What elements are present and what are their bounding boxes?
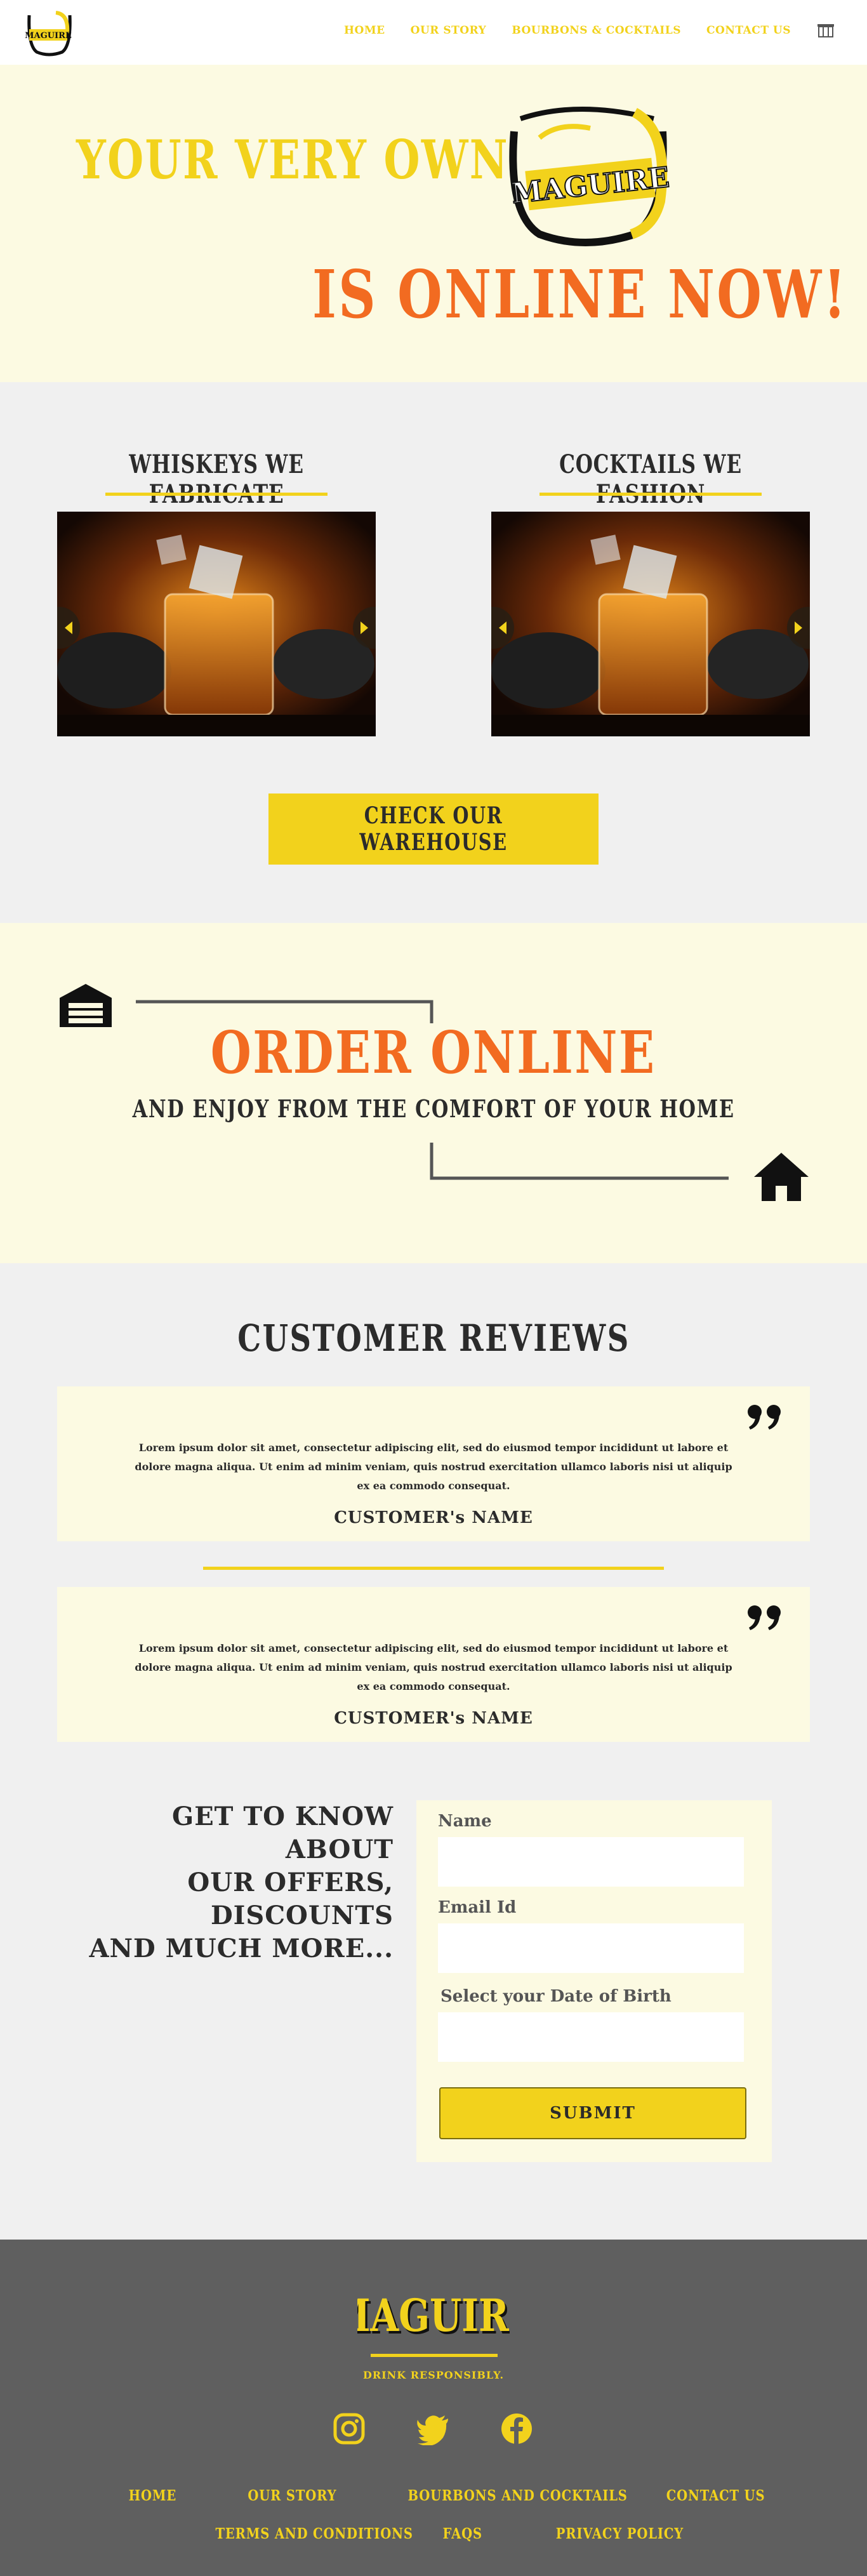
title-underline	[105, 493, 328, 496]
nav-bourbons-cocktails[interactable]: BOURBONS & COCKTAILS	[512, 24, 681, 37]
review-card: Lorem ipsum dolor sit amet, consectetur …	[57, 1386, 810, 1541]
review-text: Lorem ipsum dolor sit amet, consectetur …	[135, 1442, 732, 1492]
footer-tagline: DRINK RESPONSIBLY.	[362, 2369, 505, 2381]
newsletter-line1: GET TO KNOW ABOUT	[172, 1802, 394, 1864]
newsletter-line3: AND MUCH MORE...	[89, 1934, 394, 1963]
dob-label: Select your Date of Birth	[440, 1987, 672, 2006]
review-text: Lorem ipsum dolor sit amet, consectetur …	[135, 1642, 732, 1692]
footer-link-bourbons[interactable]: BOURBONS AND COCKTAILS	[408, 2487, 628, 2504]
svg-text:MAGUIRE: MAGUIRE	[25, 31, 72, 41]
newsletter-line2: OUR OFFERS, DISCOUNTS	[187, 1868, 394, 1930]
site-header: MAGUIRE HOME OUR STORY BOURBONS & COCKTA…	[0, 0, 867, 65]
store-icon[interactable]	[816, 22, 835, 41]
chevron-left-icon	[499, 621, 506, 634]
title-underline	[539, 493, 762, 496]
review-divider	[203, 1567, 664, 1570]
order-online-section: ORDER ONLINE AND ENJOY FROM THE COMFORT …	[0, 923, 867, 1263]
main-nav: HOME OUR STORY BOURBONS & COCKTAILS CONT…	[344, 24, 791, 37]
chevron-right-icon	[361, 621, 368, 634]
footer-link-terms[interactable]: TERMS AND CONDITIONS	[215, 2525, 413, 2542]
footer-link-privacy[interactable]: PRIVACY POLICY	[556, 2525, 684, 2542]
review-author: CUSTOMER's NAME	[334, 1709, 533, 1728]
chevron-left-icon	[65, 621, 72, 634]
svg-text:MAGUIRE: MAGUIRE	[357, 2290, 510, 2342]
footer-link-home[interactable]: HOME	[129, 2487, 176, 2504]
cocktails-slider[interactable]	[491, 512, 810, 736]
maguire-logo[interactable]: MAGUIRE	[23, 8, 75, 57]
maguire-wordmark: MAGUIRE MAGUIRE	[330, 2290, 539, 2344]
review-card: Lorem ipsum dolor sit amet, consectetur …	[57, 1587, 810, 1742]
whiskeys-slider[interactable]	[57, 512, 376, 736]
site-footer: MAGUIRE MAGUIRE DRINK RESPONSIBLY. HOME …	[0, 2240, 867, 2576]
twitter-icon[interactable]	[416, 2412, 449, 2445]
email-label: Email Id	[438, 1898, 517, 1917]
name-label: Name	[438, 1812, 492, 1831]
chevron-right-icon	[795, 621, 802, 634]
quote-icon	[748, 1605, 781, 1630]
cocktail-glass-image	[491, 512, 810, 736]
nav-home[interactable]: HOME	[344, 24, 385, 37]
dob-input[interactable]	[438, 2012, 744, 2062]
review-author: CUSTOMER's NAME	[334, 1508, 533, 1527]
cocktails-title: COCKTAILS WE FASHION	[559, 449, 742, 509]
order-title: ORDER ONLINE	[211, 1018, 656, 1087]
submit-button[interactable]: SUBMIT	[439, 2087, 746, 2139]
check-warehouse-button[interactable]: CHECK OUR WAREHOUSE	[268, 793, 599, 865]
instagram-icon[interactable]	[333, 2412, 366, 2445]
footer-link-contact[interactable]: CONTACT US	[666, 2487, 765, 2504]
hero-section: YOUR VERY OWN MAGUIRE IS ONLINE NOW!	[0, 65, 867, 382]
facebook-icon[interactable]	[500, 2412, 533, 2445]
order-subtitle: AND ENJOY FROM THE COMFORT OF YOUR HOME	[132, 1094, 735, 1123]
nav-contact-us[interactable]: CONTACT US	[706, 24, 791, 37]
footer-link-faqs[interactable]: FAQS	[443, 2525, 482, 2542]
footer-underline	[371, 2354, 498, 2357]
whiskey-glass-image	[57, 512, 376, 736]
home-icon	[754, 1153, 809, 1201]
newsletter-form: Name Email Id Select your Date of Birth …	[416, 1800, 772, 2162]
reviews-section: CUSTOMER REVIEWS Lorem ipsum dolor sit a…	[0, 1263, 867, 1746]
reviews-title: CUSTOMER REVIEWS	[237, 1317, 630, 1360]
footer-logo: MAGUIRE MAGUIRE	[0, 2267, 867, 2353]
maguire-glass-logo: MAGUIRE	[509, 107, 672, 246]
footer-link-our-story[interactable]: OUR STORY	[248, 2487, 336, 2504]
hero-line2: IS ONLINE NOW!	[312, 255, 848, 333]
whiskeys-title: WHISKEYS WE FABRICATE	[129, 449, 304, 509]
quote-icon	[748, 1405, 781, 1430]
connector-lines	[136, 1000, 729, 1180]
hero-line1: YOUR VERY OWN	[76, 128, 510, 191]
nav-our-story[interactable]: OUR STORY	[411, 24, 487, 37]
email-input[interactable]	[438, 1923, 744, 1973]
products-section: WHISKEYS WE FABRICATE COCKTAILS WE FASHI…	[0, 382, 867, 923]
name-input[interactable]	[438, 1837, 744, 1887]
newsletter-pitch: GET TO KNOW ABOUT OUR OFFERS, DISCOUNTS …	[89, 1800, 394, 1965]
